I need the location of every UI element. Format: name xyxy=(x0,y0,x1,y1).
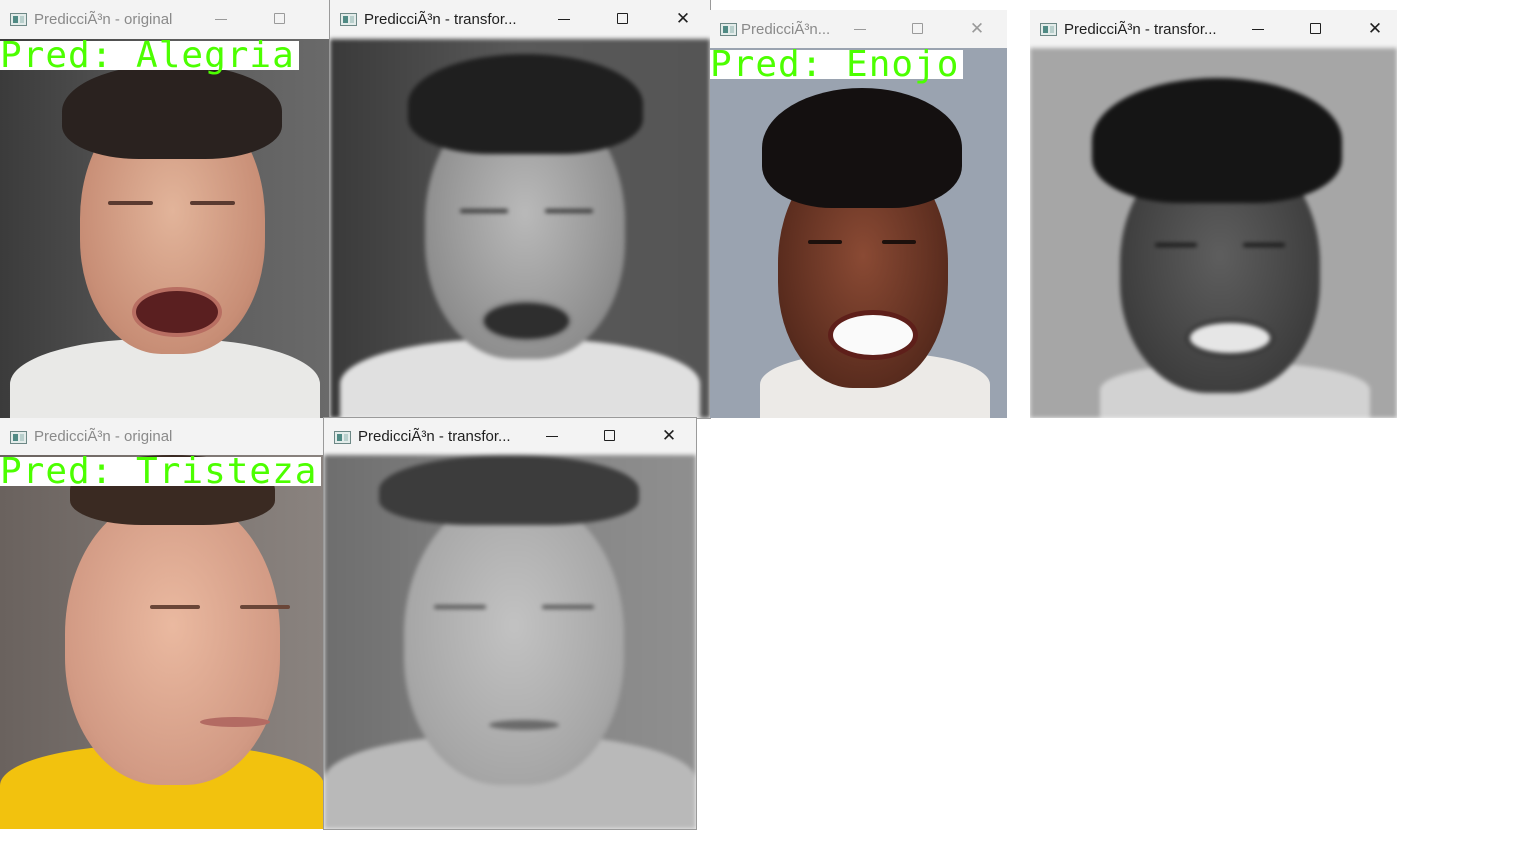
eye xyxy=(108,201,153,205)
opencv-window-icon xyxy=(334,431,351,444)
maximize-button[interactable] xyxy=(1293,10,1339,49)
titlebar[interactable]: PredicciÃ³n... ✕ xyxy=(710,10,1007,49)
prediction-label: Pred: Enojo xyxy=(710,48,964,83)
eye xyxy=(1243,243,1285,247)
window-transformed-2[interactable]: PredicciÃ³n - transfor... ✕ xyxy=(1030,10,1397,418)
image-canvas xyxy=(330,39,710,418)
window-original-3[interactable]: PredicciÃ³n - original Pred: Tristeza xyxy=(0,418,324,829)
close-icon: ✕ xyxy=(661,426,677,446)
window-original-1[interactable]: PredicciÃ³n - original Pred: Alegria xyxy=(0,0,330,418)
window-title: PredicciÃ³n - transfor... xyxy=(358,428,511,445)
eye xyxy=(1155,243,1197,247)
minimize-button[interactable] xyxy=(541,0,587,39)
image-canvas: Pred: Tristeza xyxy=(0,455,324,829)
maximize-icon xyxy=(604,430,615,441)
minimize-button[interactable] xyxy=(837,10,883,49)
hair xyxy=(408,54,643,154)
minimize-icon xyxy=(546,436,558,437)
window-title: PredicciÃ³n - original xyxy=(34,11,173,28)
maximize-icon xyxy=(912,23,923,34)
eye xyxy=(882,240,916,244)
prediction-label: Pred: Tristeza xyxy=(0,455,322,490)
hair xyxy=(762,88,962,208)
mouth xyxy=(132,287,222,337)
mouth xyxy=(200,717,270,727)
face-image xyxy=(404,495,624,785)
eye xyxy=(434,605,486,609)
minimize-icon xyxy=(215,19,227,20)
maximize-button[interactable] xyxy=(587,418,633,457)
maximize-button[interactable] xyxy=(895,10,941,49)
eye xyxy=(545,209,593,213)
titlebar[interactable]: PredicciÃ³n - transfor... ✕ xyxy=(330,0,710,39)
eye xyxy=(460,209,508,213)
mouth xyxy=(480,299,573,343)
minimize-button[interactable] xyxy=(1235,10,1281,49)
window-title: PredicciÃ³n - transfor... xyxy=(364,11,517,28)
image-canvas xyxy=(324,455,696,829)
maximize-icon xyxy=(1310,23,1321,34)
titlebar[interactable]: PredicciÃ³n - original xyxy=(0,418,324,455)
maximize-icon xyxy=(274,13,285,24)
window-title: PredicciÃ³n... xyxy=(741,21,831,38)
window-title: PredicciÃ³n - transfor... xyxy=(1064,21,1217,38)
mouth xyxy=(1185,318,1275,358)
mouth xyxy=(828,310,918,360)
close-button[interactable]: ✕ xyxy=(660,0,706,39)
hair xyxy=(379,455,639,525)
titlebar[interactable]: PredicciÃ³n - original xyxy=(0,0,330,39)
maximize-button[interactable] xyxy=(257,0,303,39)
opencv-window-icon xyxy=(10,431,27,444)
titlebar[interactable]: PredicciÃ³n - transfor... ✕ xyxy=(324,418,696,455)
opencv-window-icon xyxy=(340,13,357,26)
close-button[interactable]: ✕ xyxy=(646,418,692,457)
opencv-window-icon xyxy=(10,13,27,26)
window-transformed-1[interactable]: PredicciÃ³n - transfor... ✕ xyxy=(330,0,710,418)
prediction-label: Pred: Alegria xyxy=(0,39,299,74)
close-button[interactable]: ✕ xyxy=(1352,10,1397,49)
window-transformed-3[interactable]: PredicciÃ³n - transfor... ✕ xyxy=(324,418,696,829)
eye xyxy=(542,605,594,609)
hair xyxy=(1092,78,1342,203)
image-canvas: Pred: Alegria xyxy=(0,39,330,418)
window-original-2[interactable]: PredicciÃ³n... ✕ Pred: Enojo xyxy=(710,10,1007,418)
minimize-icon xyxy=(854,29,866,30)
close-icon: ✕ xyxy=(969,19,985,39)
close-icon: ✕ xyxy=(1367,19,1383,39)
window-title: PredicciÃ³n - original xyxy=(34,428,173,445)
face-image xyxy=(65,495,280,785)
minimize-icon xyxy=(558,19,570,20)
maximize-button[interactable] xyxy=(600,0,646,39)
opencv-window-icon xyxy=(720,23,737,36)
maximize-icon xyxy=(617,13,628,24)
opencv-window-icon xyxy=(1040,23,1057,36)
image-canvas: Pred: Enojo xyxy=(710,48,1007,418)
eye xyxy=(150,605,200,609)
minimize-button[interactable] xyxy=(529,418,575,457)
hair xyxy=(62,64,282,159)
minimize-icon xyxy=(1252,29,1264,30)
mouth xyxy=(489,720,559,730)
image-canvas xyxy=(1030,48,1397,418)
titlebar[interactable]: PredicciÃ³n - transfor... ✕ xyxy=(1030,10,1397,49)
eye xyxy=(240,605,290,609)
close-button[interactable]: ✕ xyxy=(954,10,1000,49)
eye xyxy=(190,201,235,205)
eye xyxy=(808,240,842,244)
minimize-button[interactable] xyxy=(198,0,244,39)
close-icon: ✕ xyxy=(675,9,691,29)
